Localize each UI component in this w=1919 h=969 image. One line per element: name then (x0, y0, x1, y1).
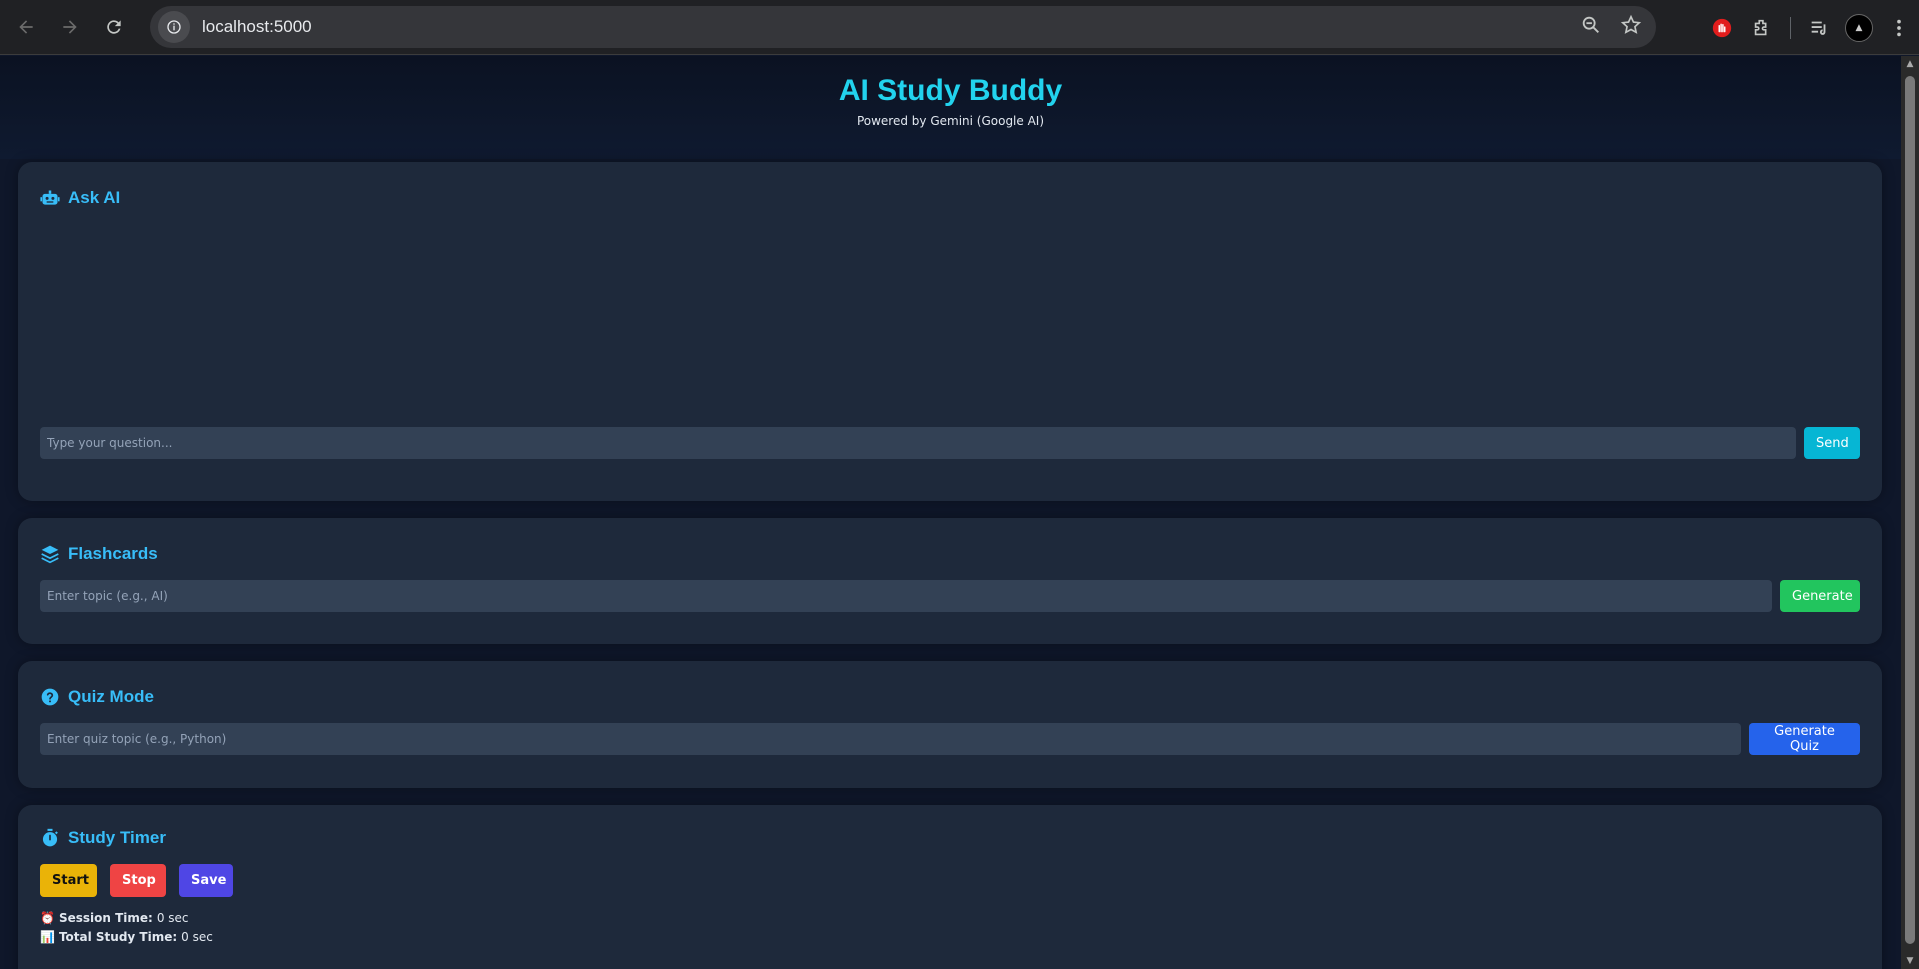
generate-flashcards-button[interactable]: Generate (1780, 580, 1860, 612)
media-controls-icon[interactable] (1799, 8, 1839, 48)
session-time-label: Session Time: (58, 911, 153, 925)
ask-ai-heading: Ask AI (40, 188, 1860, 208)
quiz-card: Quiz Mode Generate Quiz (18, 661, 1882, 788)
question-input[interactable] (40, 427, 1796, 459)
flashcards-heading: Flashcards (40, 544, 1860, 564)
save-button[interactable]: Save (179, 864, 233, 897)
generate-quiz-button[interactable]: Generate Quiz (1749, 723, 1860, 755)
question-circle-icon (41, 688, 59, 706)
session-time: ⏰ Session Time: 0 sec (40, 911, 1860, 925)
robot-icon (40, 190, 60, 205)
total-time-label: Total Study Time: (58, 930, 178, 944)
start-button[interactable]: Start (40, 864, 97, 897)
page-content: AI Study Buddy Powered by Gemini (Google… (0, 56, 1901, 969)
layers-icon (41, 545, 59, 564)
send-button[interactable]: Send (1804, 427, 1860, 459)
page-subtitle: Powered by Gemini (Google AI) (856, 114, 1045, 128)
stopwatch-icon (42, 828, 58, 847)
scroll-thumb[interactable] (1905, 76, 1915, 944)
ask-ai-card: Ask AI Send (18, 162, 1882, 501)
flashcards-title: Flashcards (68, 544, 158, 563)
back-icon[interactable] (8, 9, 44, 45)
page-title: AI Study Buddy (838, 74, 1063, 107)
bookmark-star-icon[interactable] (1620, 14, 1642, 40)
chat-box (40, 208, 1860, 427)
stop-button[interactable]: Stop (110, 864, 166, 897)
total-study-time: 📊 Total Study Time: 0 sec (40, 930, 1860, 944)
bar-chart-icon: 📊 (40, 930, 55, 944)
quiz-title: Quiz Mode (68, 687, 154, 706)
toolbar-divider (1790, 16, 1791, 39)
timer-heading: Study Timer (40, 828, 1860, 848)
total-time-value: 0 sec (181, 930, 213, 944)
quiz-row: Generate Quiz (40, 723, 1860, 755)
browser-toolbar: localhost:5000 ▲ (0, 0, 1919, 55)
quiz-heading: Quiz Mode (40, 687, 1860, 707)
session-time-value: 0 sec (156, 911, 189, 925)
site-info-icon[interactable] (158, 11, 190, 43)
scroll-up-arrow-icon[interactable]: ▲ (1901, 56, 1919, 72)
flashcards-card: Flashcards Generate (18, 518, 1882, 644)
scroll-down-arrow-icon[interactable]: ▼ (1901, 953, 1919, 969)
page-scrollbar[interactable]: ▲ ▼ (1901, 56, 1919, 969)
reload-icon[interactable] (96, 9, 132, 45)
timer-controls: Start Stop Save (40, 864, 1860, 897)
address-bar[interactable]: localhost:5000 (150, 6, 1656, 48)
profile-avatar[interactable]: ▲ (1839, 8, 1879, 48)
forward-icon[interactable] (52, 9, 88, 45)
ask-ai-row: Send (40, 427, 1860, 459)
quiz-topic-input[interactable] (40, 723, 1741, 755)
extensions-puzzle-icon[interactable] (1742, 8, 1782, 48)
extension-stop-icon[interactable] (1702, 8, 1742, 48)
timer-title: Study Timer (68, 828, 166, 847)
avatar: ▲ (1845, 13, 1873, 42)
menu-kebab-icon[interactable] (1879, 8, 1919, 48)
url-text[interactable]: localhost:5000 (202, 17, 312, 37)
ask-ai-title: Ask AI (68, 188, 121, 207)
zoom-icon[interactable] (1580, 14, 1602, 40)
flashcards-row: Generate (40, 580, 1860, 612)
alarm-clock-icon: ⏰ (40, 911, 55, 925)
flashcard-topic-input[interactable] (40, 580, 1772, 612)
app-header: AI Study Buddy Powered by Gemini (Google… (0, 56, 1901, 159)
timer-card: Study Timer Start Stop Save ⏰ Session Ti… (18, 805, 1882, 969)
